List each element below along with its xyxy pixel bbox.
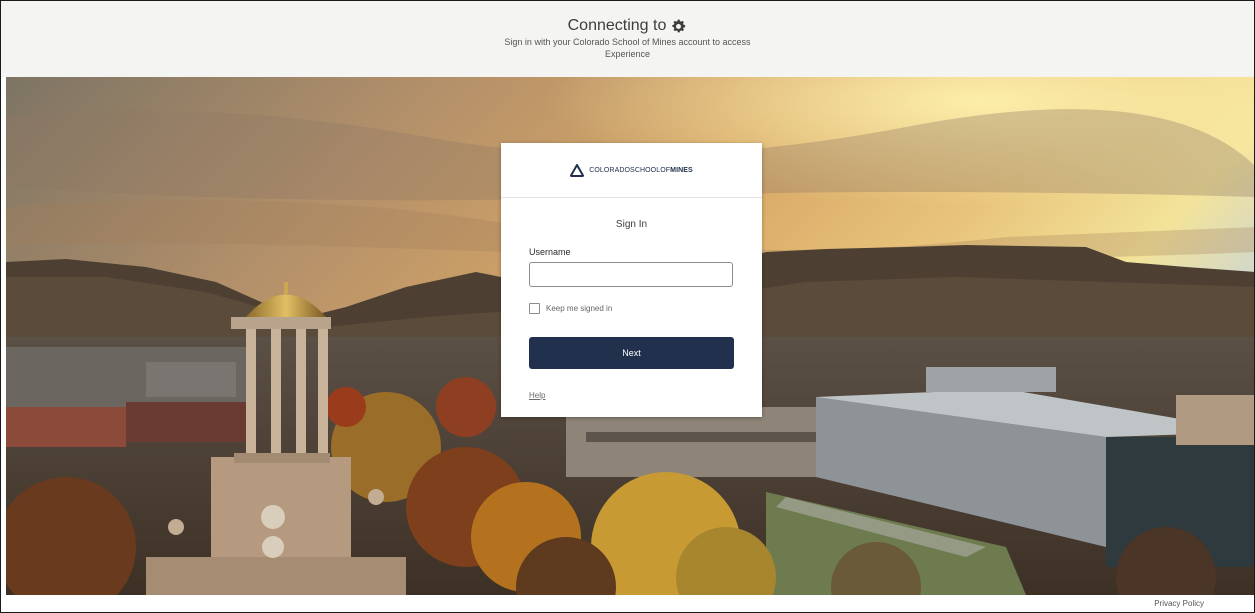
sign-in-card: COLORADOSCHOOLOFMINES Sign In Username K… bbox=[501, 143, 762, 417]
keep-signed-in-label[interactable]: Keep me signed in bbox=[546, 304, 612, 313]
username-input[interactable] bbox=[529, 262, 733, 287]
header-subtitle-line1: Sign in with your Colorado School of Min… bbox=[504, 37, 751, 47]
username-label: Username bbox=[529, 247, 571, 257]
logo-text-bold: MINES bbox=[670, 166, 693, 174]
header-subtitle: Sign in with your Colorado School of Min… bbox=[1, 36, 1254, 60]
sign-in-title: Sign In bbox=[615, 219, 648, 230]
header: Connecting to Sign in with your Colorado… bbox=[1, 1, 1254, 77]
header-title: Connecting to bbox=[567, 17, 667, 34]
privacy-policy-link[interactable]: Privacy Policy bbox=[1154, 599, 1204, 608]
mines-triangle-logo-icon bbox=[570, 163, 585, 177]
keep-signed-in-checkbox[interactable] bbox=[529, 303, 540, 314]
gear-icon bbox=[672, 19, 686, 32]
school-logo-text: COLORADOSCHOOLOFMINES bbox=[589, 167, 693, 174]
header-title-row: Connecting to bbox=[568, 17, 688, 35]
header-subtitle-line2: Experience bbox=[604, 49, 651, 59]
next-button[interactable]: Next bbox=[529, 337, 734, 369]
card-logo-area: COLORADOSCHOOLOFMINES bbox=[501, 143, 762, 198]
help-link[interactable]: Help bbox=[529, 391, 545, 400]
footer: Privacy Policy bbox=[1, 595, 1254, 612]
page-frame: Connecting to Sign in with your Colorado… bbox=[0, 0, 1255, 613]
logo-text-regular: COLORADOSCHOOLOF bbox=[589, 166, 671, 174]
keep-signed-in-row[interactable]: Keep me signed in bbox=[529, 303, 612, 314]
